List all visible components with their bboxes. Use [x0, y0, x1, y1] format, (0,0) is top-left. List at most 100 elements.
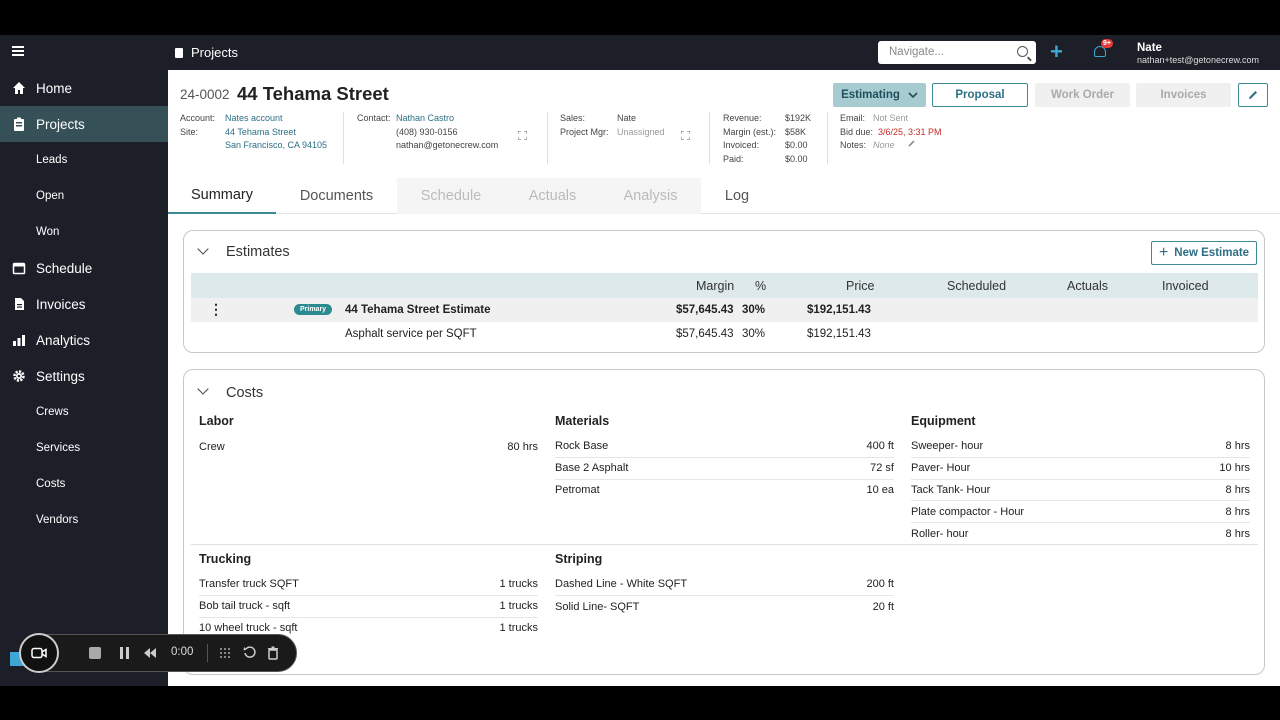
tab-actuals[interactable]: Actuals: [505, 178, 600, 214]
add-plus-button[interactable]: +: [1050, 41, 1063, 63]
camera-toggle-button[interactable]: [19, 633, 59, 673]
sales-rep: Nate: [617, 113, 637, 123]
info-divider: [343, 112, 344, 164]
tab-summary[interactable]: Summary: [168, 178, 276, 214]
costs-panel: Costs Labor Crew 80 hrs Materials Rock Ba…: [183, 369, 1265, 675]
sidebar-item-leads[interactable]: Leads: [0, 142, 168, 178]
bid-due-date: 3/6/25, 3:31 PM: [878, 126, 942, 137]
sidebar-item-costs[interactable]: Costs: [0, 466, 168, 502]
drag-handle-icon[interactable]: [219, 647, 231, 659]
table-row[interactable]: Asphalt service per SQFT $57,645.43 30% …: [191, 322, 1258, 346]
user-email: nathan+test@getonecrew.com: [1137, 55, 1259, 65]
expand-contact-icon[interactable]: [518, 131, 527, 140]
contact-link[interactable]: Nathan Castro: [396, 113, 454, 123]
tab-analysis[interactable]: Analysis: [600, 178, 701, 214]
screen-recorder-toolbar: 0:00: [19, 633, 297, 673]
new-estimate-button[interactable]: + New Estimate: [1151, 241, 1257, 265]
chevron-down-icon[interactable]: [197, 243, 209, 255]
trash-icon[interactable]: [267, 646, 279, 660]
service-name: Asphalt service per SQFT: [345, 328, 477, 340]
list-item: Rock Base 400 ft: [555, 436, 894, 458]
financial-info: Revenue: $192K Margin (est.): $58K Invoice…: [723, 113, 812, 164]
navigate-search-input[interactable]: Navigate...: [878, 41, 1036, 64]
project-title: 44 Tehama Street: [237, 83, 389, 104]
tab-documents[interactable]: Documents: [276, 178, 397, 214]
sidebar-item-analytics[interactable]: Analytics: [0, 322, 168, 358]
toolbar-divider: [207, 644, 208, 662]
breadcrumb-label: Projects: [191, 45, 238, 60]
user-name: Nate: [1137, 42, 1162, 54]
work-order-button[interactable]: Work Order: [1035, 83, 1130, 107]
home-icon: [13, 82, 25, 94]
sidebar-item-projects[interactable]: Projects: [0, 106, 168, 142]
contact-email: nathan@getonecrew.com: [396, 140, 499, 150]
trucking-section: Trucking Transfer truck SQFT 1 trucks Bob…: [199, 552, 538, 639]
sidebar-item-vendors[interactable]: Vendors: [0, 502, 168, 538]
kebab-menu-icon[interactable]: ⋮: [209, 301, 223, 318]
site-address-line2[interactable]: San Francisco, CA 94105: [225, 140, 327, 150]
user-menu[interactable]: Nate nathan+test@getonecrew.com: [1137, 42, 1259, 65]
paid-value: $0.00: [785, 153, 808, 164]
stop-icon[interactable]: [89, 647, 101, 659]
tab-log[interactable]: Log: [701, 178, 773, 214]
col-scheduled: Scheduled: [947, 279, 1007, 293]
site-address-line1[interactable]: 44 Tehama Street: [225, 127, 296, 137]
margin-value: $58K: [785, 126, 807, 137]
striping-section: Striping Dashed Line - White SQFT 200 ft …: [555, 552, 894, 618]
revenue-value: $192K: [785, 113, 812, 123]
notes-value: None: [873, 140, 895, 150]
col-margin: Margin: [696, 279, 735, 293]
invoice-document-icon: [15, 298, 24, 310]
pause-icon[interactable]: [119, 647, 130, 659]
project-number: 24-0002: [180, 87, 230, 102]
restart-icon[interactable]: [243, 646, 256, 659]
list-item: Solid Line- SQFT 20 ft: [555, 600, 894, 613]
app-window: Projects Navigate... + 9+ Nate nathan+te…: [0, 35, 1280, 686]
chevron-down-icon[interactable]: [197, 383, 209, 395]
edit-notes-pencil-icon[interactable]: [907, 139, 916, 148]
list-item: Paver- Hour 10 hrs: [911, 458, 1250, 480]
info-divider: [709, 112, 710, 164]
sidebar-item-home[interactable]: Home: [0, 70, 168, 106]
expand-sales-icon[interactable]: [681, 131, 690, 140]
sidebar-item-crews[interactable]: Crews: [0, 394, 168, 430]
list-item: Roller- hour 8 hrs: [911, 528, 1250, 541]
table-row[interactable]: ⋮ Primary 44 Tehama Street Estimate $57,…: [191, 298, 1258, 322]
contact-phone: (408) 930-0156: [396, 126, 458, 137]
estimates-table-header: Margin % Price Scheduled Actuals Invoice…: [191, 273, 1258, 298]
email-status: Not Sent: [873, 113, 909, 123]
sales-info: Sales: Nate Project Mgr: Unassigned: [560, 113, 665, 137]
clipboard-icon: [14, 117, 24, 131]
notification-count-badge: 9+: [1101, 39, 1113, 48]
sidebar-item-open[interactable]: Open: [0, 178, 168, 214]
materials-section: Materials Rock Base 400 ft Base 2 Asphalt…: [555, 414, 894, 501]
search-icon[interactable]: [1017, 46, 1028, 57]
estimate-name[interactable]: 44 Tehama Street Estimate: [345, 304, 491, 316]
account-link[interactable]: Nates account: [225, 113, 283, 123]
sidebar-item-invoices[interactable]: Invoices: [0, 286, 168, 322]
sidebar-item-settings[interactable]: Settings: [0, 358, 168, 394]
hamburger-menu-icon[interactable]: [12, 46, 24, 56]
status-dropdown-button[interactable]: Estimating: [833, 83, 926, 107]
notification-bell-icon[interactable]: 9+: [1093, 39, 1113, 58]
invoiced-value: $0.00: [785, 140, 808, 150]
info-divider: [547, 112, 548, 164]
labor-section: Labor Crew 80 hrs: [199, 414, 538, 458]
sidebar-item-schedule[interactable]: Schedule: [0, 250, 168, 286]
service-percent: 30%: [742, 328, 766, 340]
sidebar-item-services[interactable]: Services: [0, 430, 168, 466]
list-item: Sweeper- hour 8 hrs: [911, 436, 1250, 458]
list-item: Crew 80 hrs: [199, 440, 538, 453]
costs-title: Costs: [226, 385, 264, 401]
service-price: $192,151.43: [807, 328, 871, 340]
tab-schedule[interactable]: Schedule: [397, 178, 505, 214]
proposal-button[interactable]: Proposal: [932, 83, 1028, 107]
estimates-title: Estimates: [226, 244, 290, 260]
col-invoiced: Invoiced: [1162, 279, 1209, 293]
estimate-price: $192,151.43: [807, 304, 871, 316]
sidebar-item-won[interactable]: Won: [0, 214, 168, 250]
edit-project-button[interactable]: [1238, 83, 1268, 107]
col-price: Price: [846, 279, 875, 293]
invoices-button[interactable]: Invoices: [1136, 83, 1231, 107]
rewind-icon[interactable]: [143, 647, 157, 659]
